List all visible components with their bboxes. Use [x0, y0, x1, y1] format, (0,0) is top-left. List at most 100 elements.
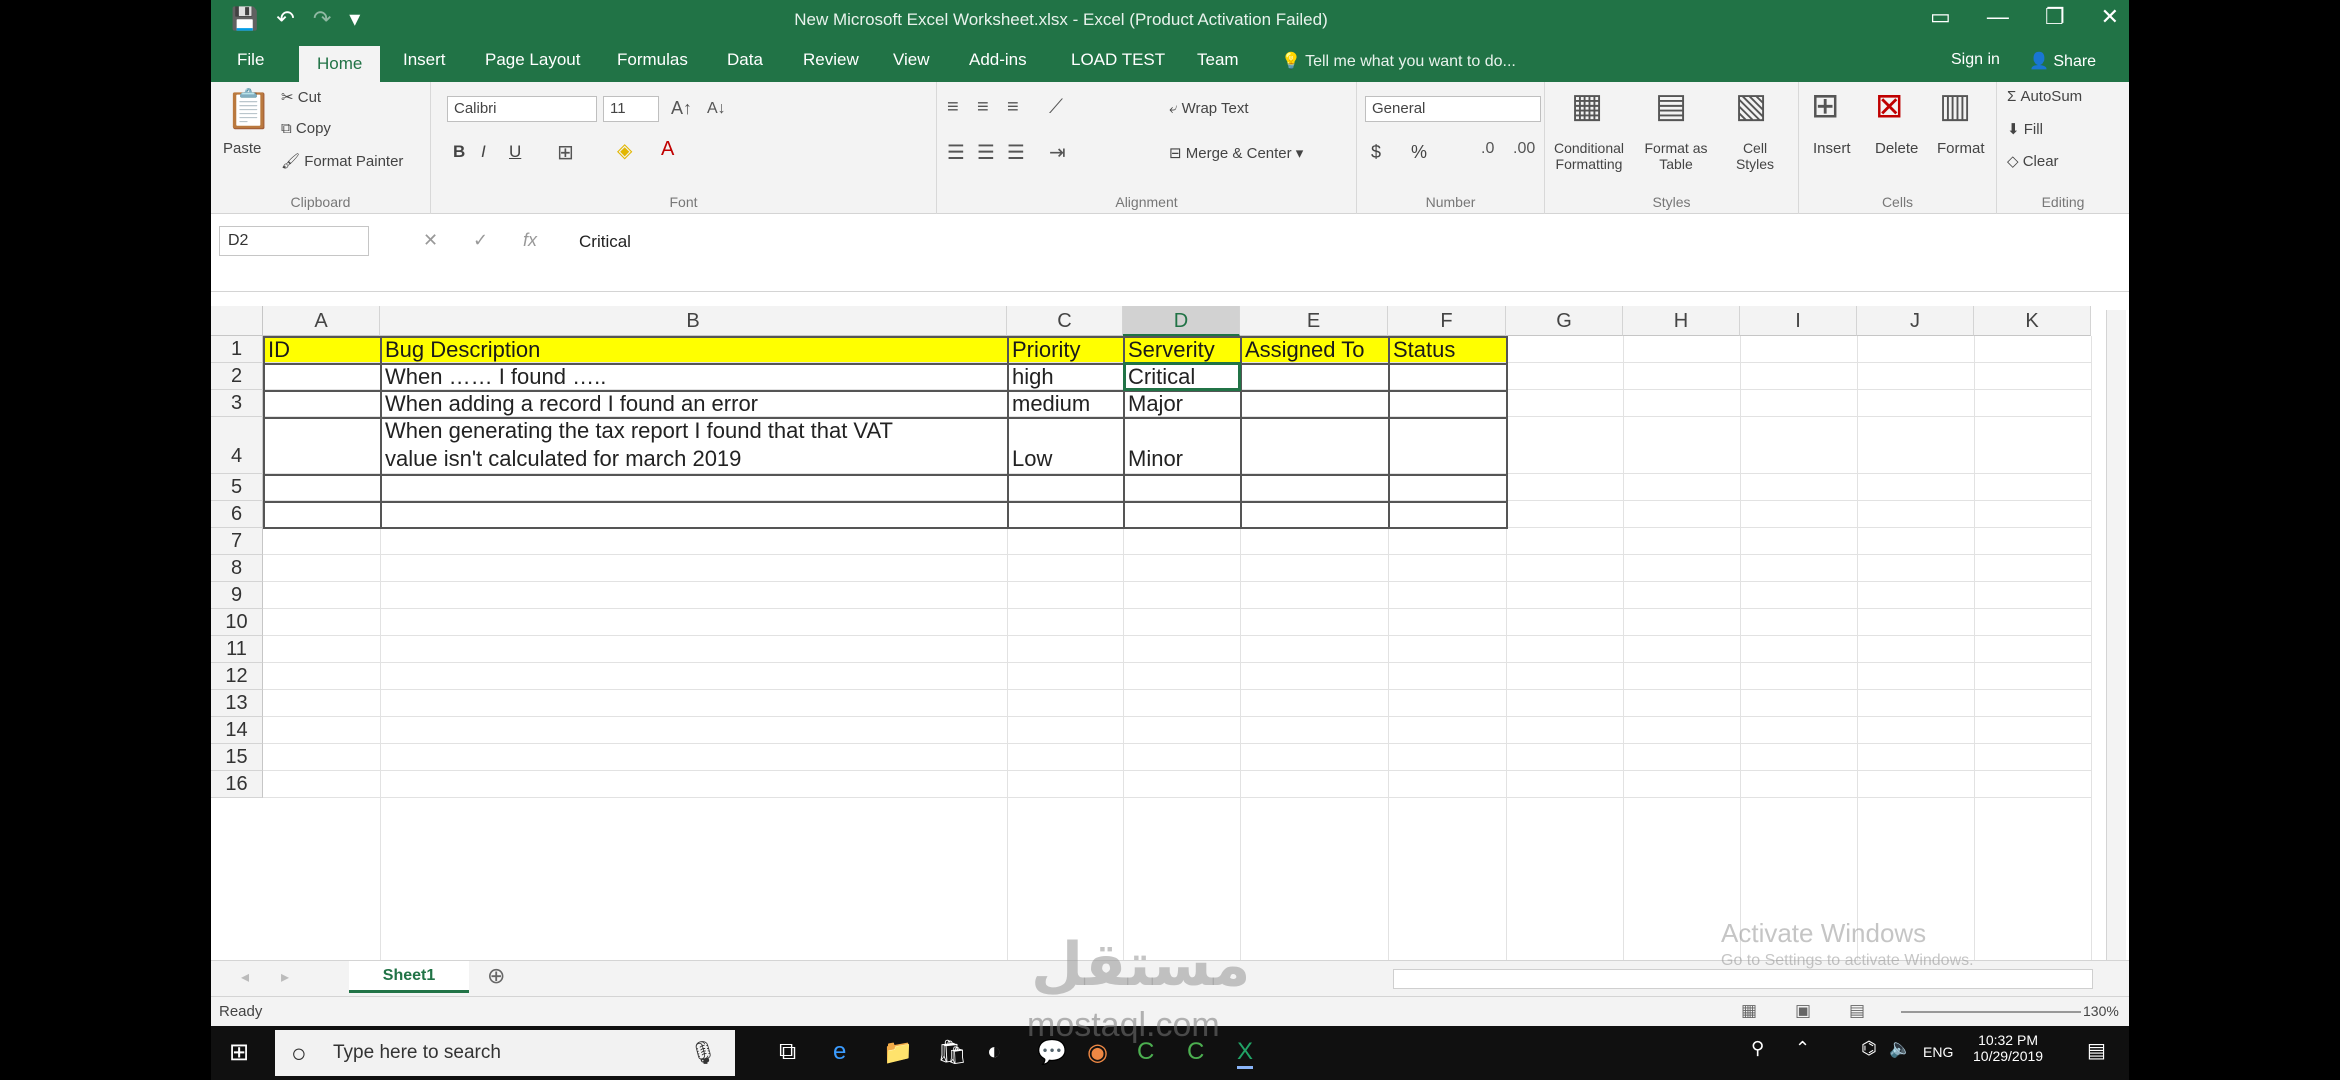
row-header-10[interactable]: 10 [211, 609, 263, 636]
row-header-11[interactable]: 11 [211, 636, 263, 663]
font-name-select[interactable]: Calibri [447, 96, 597, 122]
file-explorer-icon[interactable]: 📁 [883, 1038, 913, 1067]
name-box[interactable]: D2 [219, 226, 369, 256]
tray-up-icon[interactable]: ⌃ [1795, 1038, 1810, 1059]
cancel-entry-icon[interactable]: ✕ [423, 230, 438, 251]
cut-button[interactable]: ✂ Cut [281, 88, 321, 106]
edge-icon[interactable]: e [833, 1038, 846, 1066]
cell-b2[interactable]: When …… I found ….. [381, 363, 1007, 390]
share-button[interactable]: 👤 Share [2029, 51, 2096, 71]
worksheet-grid[interactable]: A B C D E F G H I J K 1 2 3 4 5 6 7 8 9 10 11 12 13 14 15 16 ID Bug … [211, 292, 2129, 960]
delete-cells-icon[interactable]: ⊠ [1875, 86, 1904, 126]
format-painter-button[interactable]: 🖌 Format Painter [281, 152, 403, 170]
row-header-13[interactable]: 13 [211, 690, 263, 717]
insert-function-icon[interactable]: fx [523, 230, 537, 251]
align-left-icon[interactable]: ☰ [947, 140, 965, 165]
tell-me-box[interactable]: 💡 Tell me what you want to do... [1281, 51, 1516, 71]
ribbon-display-icon[interactable]: ▭ [1930, 4, 1951, 30]
row-header-1[interactable]: 1 [211, 336, 263, 363]
normal-view-icon[interactable]: ▦ [1741, 1001, 1757, 1021]
tab-load-test[interactable]: LOAD TEST [1071, 50, 1165, 70]
cell-b3[interactable]: When adding a record I found an error [381, 390, 1007, 417]
page-layout-view-icon[interactable]: ▣ [1795, 1001, 1811, 1021]
zoom-level[interactable]: 130% [2083, 1003, 2119, 1019]
column-header-j[interactable]: J [1857, 306, 1974, 336]
tab-insert[interactable]: Insert [403, 50, 446, 70]
copy-button[interactable]: ⧉ Copy [281, 120, 331, 137]
vertical-scrollbar[interactable] [2106, 310, 2126, 960]
shrink-font-icon[interactable]: A↓ [707, 100, 726, 118]
align-top-icon[interactable]: ≡ [947, 96, 959, 119]
cell-c4[interactable]: Low [1008, 445, 1123, 472]
task-view-icon[interactable]: ⧉ [779, 1038, 796, 1066]
row-header-9[interactable]: 9 [211, 582, 263, 609]
row-header-12[interactable]: 12 [211, 663, 263, 690]
cell-styles-icon[interactable]: ▧ [1735, 86, 1767, 126]
row-header-6[interactable]: 6 [211, 501, 263, 528]
decimal-decrease-icon[interactable]: .00 [1513, 140, 1535, 158]
merge-center-button[interactable]: ⊟ Merge & Center ▾ [1169, 144, 1303, 162]
formula-input[interactable]: Critical [579, 232, 631, 252]
row-header-15[interactable]: 15 [211, 744, 263, 771]
autosum-button[interactable]: Σ AutoSum [2007, 88, 2082, 105]
table-header-c[interactable]: Priority [1008, 336, 1123, 362]
tab-formulas[interactable]: Formulas [617, 50, 688, 70]
currency-button[interactable]: $ [1371, 142, 1381, 163]
close-icon[interactable]: ✕ [2101, 4, 2119, 30]
column-header-d[interactable]: D [1123, 306, 1240, 336]
clear-button[interactable]: ◇ Clear [2007, 152, 2059, 170]
confirm-entry-icon[interactable]: ✓ [473, 230, 488, 251]
format-as-table-button[interactable]: Format as Table [1641, 140, 1711, 172]
wrap-text-button[interactable]: ⤶ Wrap Text [1169, 100, 1249, 117]
restore-icon[interactable]: ❐ [2045, 4, 2065, 30]
number-format-select[interactable]: General [1365, 96, 1541, 122]
microphone-icon[interactable]: 🎙 [689, 1040, 717, 1066]
tab-view[interactable]: View [893, 50, 930, 70]
column-header-f[interactable]: F [1388, 306, 1506, 336]
cell-c3[interactable]: medium [1008, 390, 1123, 417]
prev-sheet-icon[interactable]: ◂ [241, 967, 249, 987]
row-header-2[interactable]: 2 [211, 363, 263, 390]
cell-d3[interactable]: Major [1124, 390, 1240, 417]
italic-button[interactable]: I [481, 142, 486, 162]
column-header-e[interactable]: E [1240, 306, 1388, 336]
select-all-corner[interactable] [211, 306, 263, 336]
table-header-a[interactable]: ID [264, 336, 380, 362]
app-icon[interactable]: ◐ [987, 1038, 1002, 1066]
tab-file[interactable]: File [237, 50, 264, 70]
delete-cells-button[interactable]: Delete [1875, 140, 1918, 157]
active-cell-d2[interactable] [1123, 362, 1241, 391]
conditional-formatting-icon[interactable]: ▦ [1571, 86, 1603, 126]
volume-icon[interactable]: 🔈 [1889, 1038, 1911, 1059]
tab-review[interactable]: Review [803, 50, 859, 70]
tab-add-ins[interactable]: Add-ins [969, 50, 1027, 70]
fill-button[interactable]: ⬇ Fill [2007, 120, 2043, 138]
column-header-g[interactable]: G [1506, 306, 1623, 336]
people-icon[interactable]: ⚲ [1751, 1038, 1764, 1059]
indent-icon[interactable]: ⇥ [1049, 140, 1066, 165]
insert-cells-button[interactable]: Insert [1813, 140, 1851, 157]
paste-icon[interactable]: 📋 [225, 88, 272, 132]
zoom-slider[interactable] [1901, 1011, 2081, 1013]
horizontal-scrollbar[interactable] [1393, 969, 2093, 989]
column-header-k[interactable]: K [1974, 306, 2091, 336]
row-header-16[interactable]: 16 [211, 771, 263, 798]
minimize-icon[interactable]: — [1987, 4, 2009, 30]
cell-b4[interactable]: When generating the tax report I found t… [381, 417, 1007, 444]
row-header-7[interactable]: 7 [211, 528, 263, 555]
bold-button[interactable]: B [453, 142, 465, 162]
network-icon[interactable]: ⌬ [1861, 1038, 1877, 1059]
align-bottom-icon[interactable]: ≡ [1007, 96, 1019, 119]
cell-d4[interactable]: Minor [1124, 445, 1240, 472]
tab-page-layout[interactable]: Page Layout [485, 50, 580, 70]
format-cells-icon[interactable]: ▥ [1939, 86, 1971, 126]
column-header-h[interactable]: H [1623, 306, 1740, 336]
font-color-icon[interactable]: A [661, 138, 674, 161]
fill-color-icon[interactable]: ◈ [617, 138, 632, 163]
tab-team[interactable]: Team [1197, 50, 1239, 70]
align-middle-icon[interactable]: ≡ [977, 96, 989, 119]
taskbar-clock[interactable]: 10:32 PM 10/29/2019 [1973, 1032, 2043, 1064]
language-indicator[interactable]: ENG [1923, 1044, 1953, 1060]
sheet-tab-sheet1[interactable]: Sheet1 [349, 961, 469, 993]
table-header-f[interactable]: Status [1389, 336, 1506, 362]
